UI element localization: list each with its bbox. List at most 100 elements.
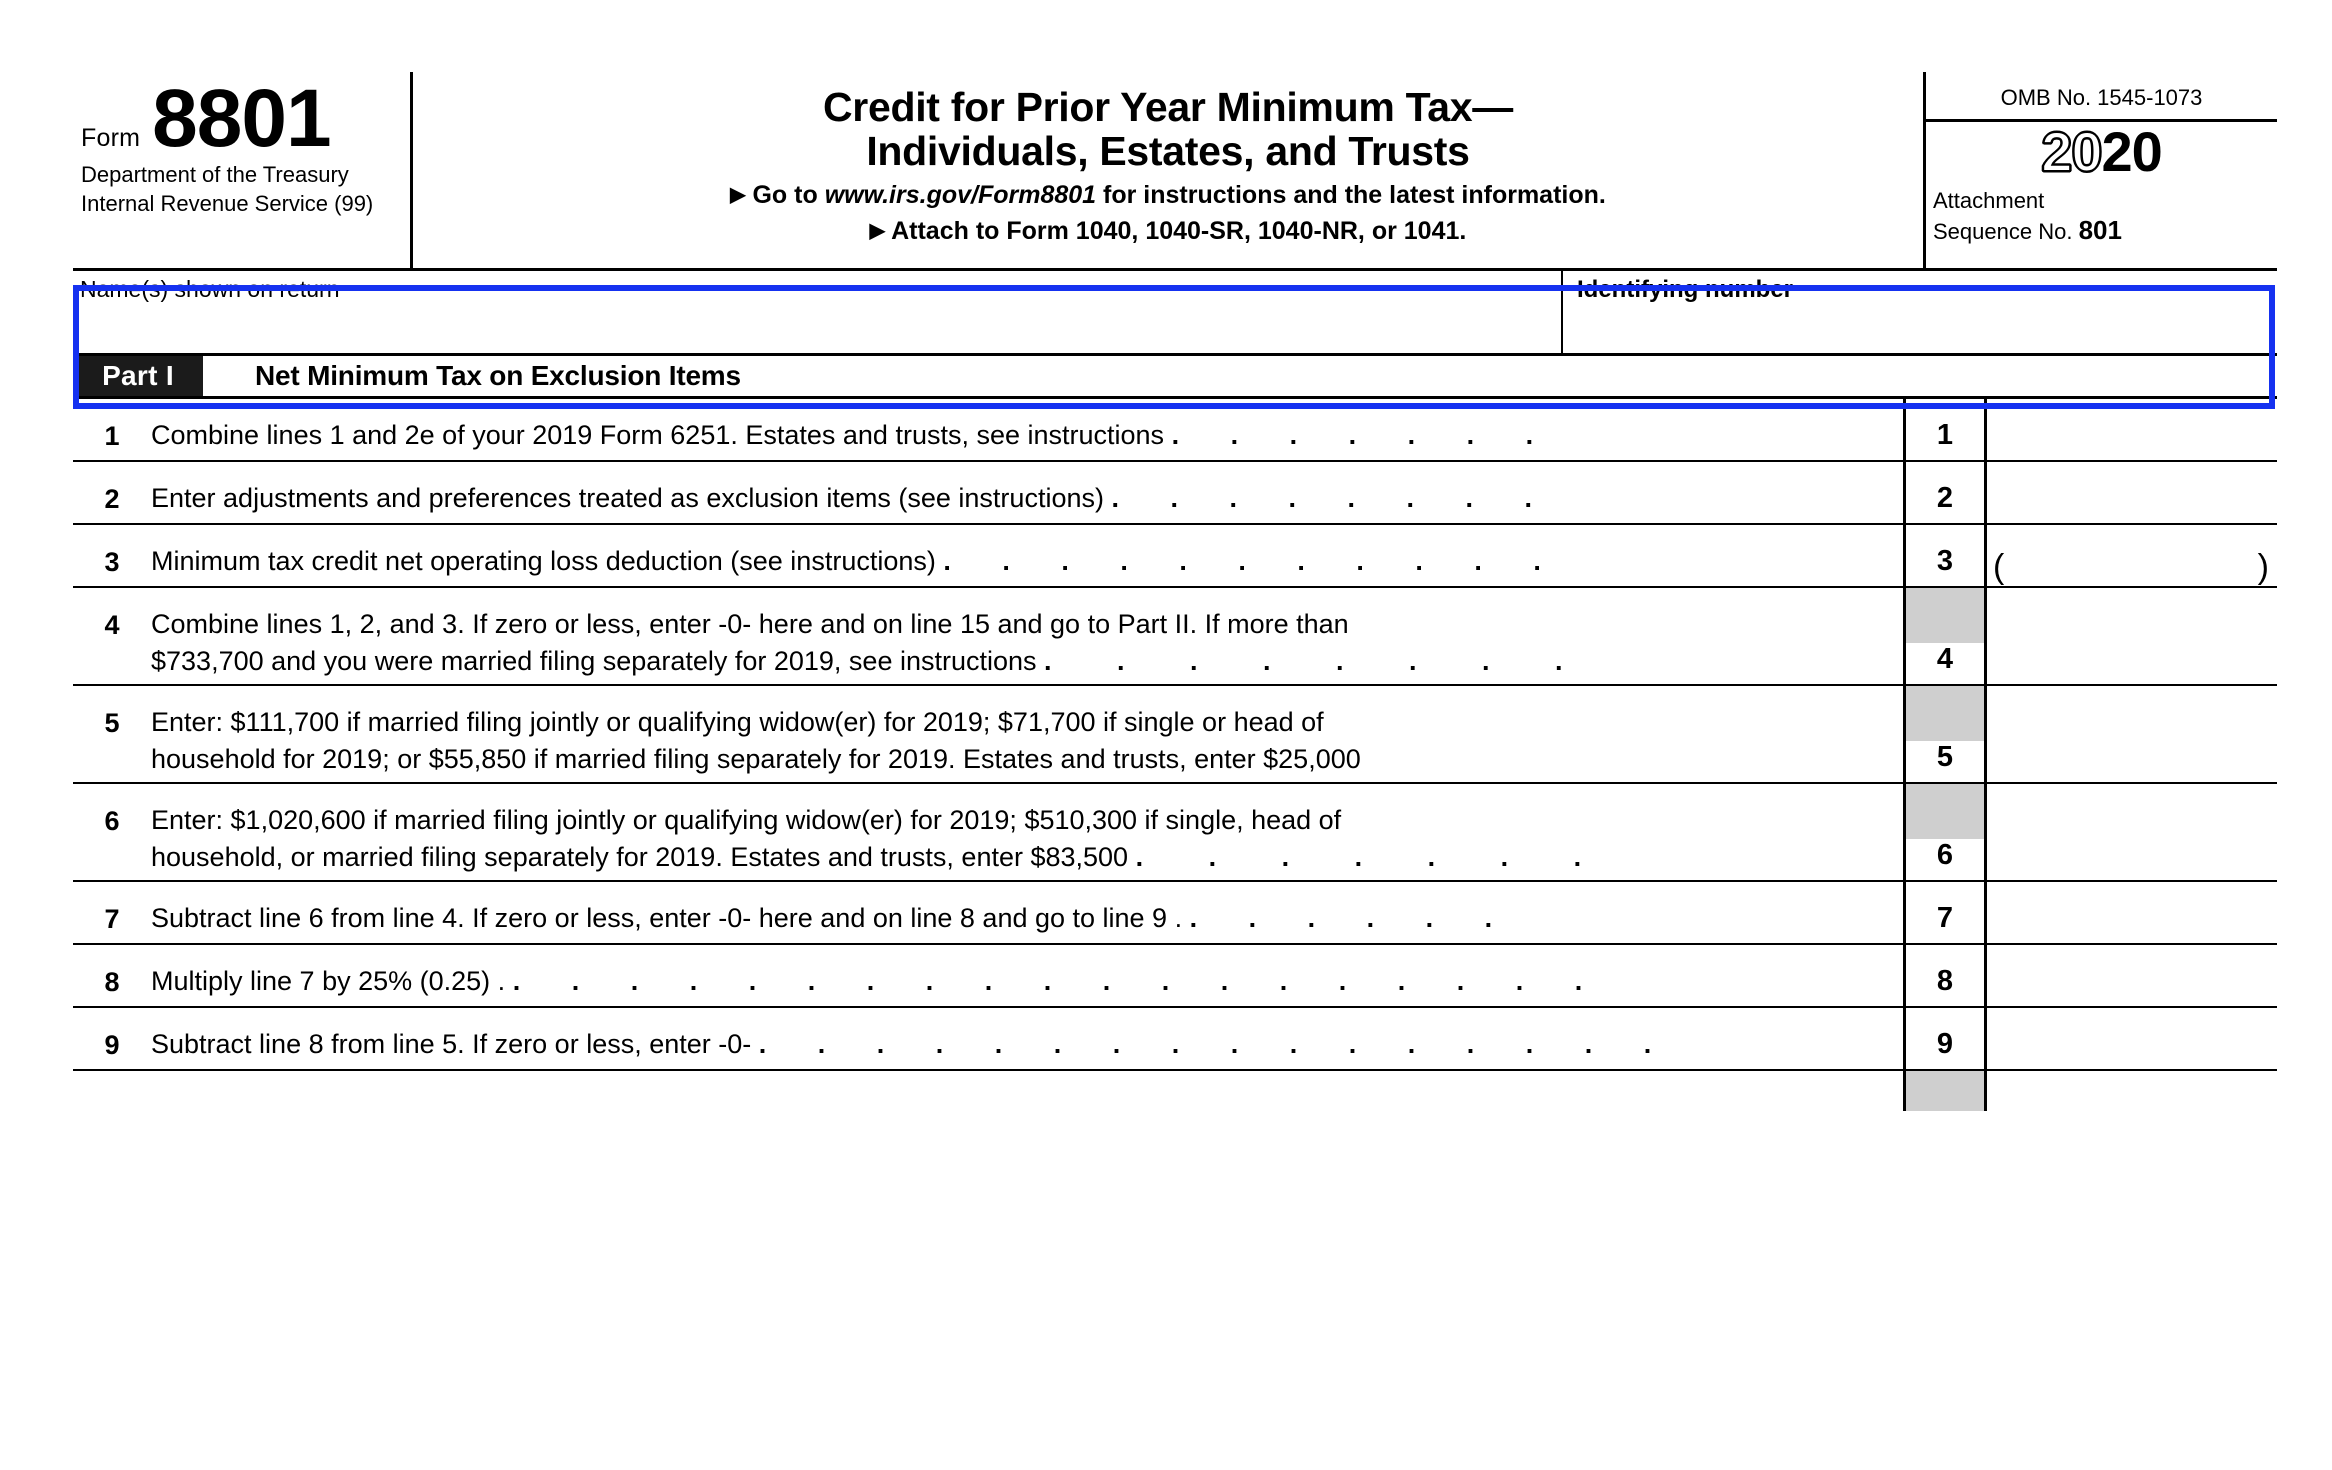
table-row: 8 Multiply line 7 by 25% (0.25) . . . . … bbox=[73, 945, 2277, 1008]
tax-year-block: 2020 bbox=[1926, 122, 2277, 188]
line-number-9: 9 bbox=[104, 1030, 120, 1060]
part-one-header: Part I Net Minimum Tax on Exclusion Item… bbox=[73, 356, 2277, 399]
line-leader-6: . . . . . . . bbox=[1135, 842, 1611, 873]
line-number-7: 7 bbox=[104, 904, 120, 934]
line-box-digit-3: 3 bbox=[1936, 545, 1954, 577]
line-number-4: 4 bbox=[104, 610, 120, 640]
line-text-4: Combine lines 1, 2, and 3. If zero or le… bbox=[151, 588, 1903, 684]
line-number-next bbox=[73, 1071, 151, 1111]
amount-input-next[interactable] bbox=[1987, 1071, 2277, 1111]
table-row: 2 Enter adjustments and preferences trea… bbox=[73, 462, 2277, 525]
tax-year: 2020 bbox=[2040, 123, 2163, 181]
attach-text: Attach to Form 1040, 1040-SR, 1040-NR, o… bbox=[891, 217, 1467, 246]
line-leader-3: . . . . . . . . . . . bbox=[943, 546, 1563, 576]
line-box-number-7: 7 bbox=[1903, 882, 1987, 943]
table-row bbox=[73, 1071, 2277, 1111]
amount-input-9[interactable] bbox=[1987, 1008, 2277, 1069]
identifying-number-field[interactable]: Identifying number bbox=[1563, 271, 2277, 353]
line-box-number-6: 6 bbox=[1903, 784, 1987, 880]
form-title-line-1: Credit for Prior Year Minimum Tax— bbox=[822, 84, 1513, 130]
amount-input-8[interactable] bbox=[1987, 945, 2277, 1006]
table-row: 6 Enter: $1,020,600 if married filing jo… bbox=[73, 784, 2277, 882]
line-box-number-5: 5 bbox=[1903, 686, 1987, 782]
line-text-6: Enter: $1,020,600 if married filing join… bbox=[151, 784, 1903, 880]
shaded-block-5 bbox=[1906, 686, 1984, 741]
line-text-next bbox=[151, 1071, 1903, 1111]
line-text-5: Enter: $111,700 if married filing jointl… bbox=[151, 686, 1903, 782]
attach-instructions-line: ▶ Attach to Form 1040, 1040-SR, 1040-NR,… bbox=[413, 216, 1923, 247]
line-leader-7: . . . . . . bbox=[1189, 903, 1515, 933]
name-identifying-row: Name(s) shown on return Identifying numb… bbox=[73, 271, 2277, 356]
line-box-number-2: 2 bbox=[1903, 462, 1987, 523]
line-text-1: Combine lines 1 and 2e of your 2019 Form… bbox=[151, 399, 1903, 460]
line-box-digit-6: 6 bbox=[1936, 839, 1954, 871]
amount-input-7[interactable] bbox=[1987, 882, 2277, 943]
line-text-6-part-1: Enter: $1,020,600 if married filing join… bbox=[151, 805, 1342, 835]
form-number: 8801 bbox=[152, 73, 331, 164]
line-text-3-part: Minimum tax credit net operating loss de… bbox=[151, 546, 936, 576]
sequence-label: Sequence No. bbox=[1933, 218, 2073, 244]
amount-input-6[interactable] bbox=[1987, 784, 2277, 880]
names-shown-on-return-field[interactable]: Name(s) shown on return bbox=[73, 271, 1563, 353]
line-text-7-part: Subtract line 6 from line 4. If zero or … bbox=[151, 903, 1183, 933]
line-text-1-part: Combine lines 1 and 2e of your 2019 Form… bbox=[151, 420, 1165, 450]
line-number-8: 8 bbox=[104, 967, 120, 997]
line-box-number-3: 3 bbox=[1903, 525, 1987, 586]
line-box-number-9: 9 bbox=[1903, 1008, 1987, 1069]
part-title: Net Minimum Tax on Exclusion Items bbox=[255, 360, 741, 391]
table-row: 7 Subtract line 6 from line 4. If zero o… bbox=[73, 882, 2277, 945]
amount-input-1[interactable] bbox=[1987, 399, 2277, 460]
line-number-2: 2 bbox=[104, 484, 120, 514]
page-canvas: Form 8801 Department of the Treasury Int… bbox=[0, 0, 2332, 1470]
form-header-right: OMB No. 1545-1073 2020 Attachment Sequen… bbox=[1923, 72, 2277, 268]
line-box-digit-5: 5 bbox=[1936, 741, 1954, 773]
amount-input-4[interactable] bbox=[1987, 588, 2277, 684]
form-header-center: Credit for Prior Year Minimum Tax— Indiv… bbox=[413, 72, 1923, 268]
close-paren-3: ) bbox=[2257, 548, 2269, 586]
goto-prefix: Go to bbox=[752, 180, 825, 209]
open-paren-3: ( bbox=[1993, 548, 2005, 586]
department-line-2: Internal Revenue Service (99) bbox=[81, 191, 374, 217]
line-box-digit-8: 8 bbox=[1936, 965, 1954, 997]
attachment-label: Attachment bbox=[1933, 188, 2045, 213]
amount-input-5[interactable] bbox=[1987, 686, 2277, 782]
irs-form-8801: Form 8801 Department of the Treasury Int… bbox=[73, 72, 2277, 1462]
line-leader-4: . . . . . . . . bbox=[1044, 646, 1592, 677]
line-text-5-part-2: household for 2019; or $55,850 if marrie… bbox=[151, 744, 1361, 775]
line-leader-1: . . . . . . . bbox=[1171, 420, 1556, 450]
department-block: Department of the Treasury Internal Reve… bbox=[81, 160, 401, 218]
shaded-block-6 bbox=[1906, 784, 1984, 839]
sequence-number: 801 bbox=[2078, 214, 2122, 245]
line-leader-8: . . . . . . . . . . . . . . . . . . . bbox=[512, 966, 1605, 996]
form-header-left: Form 8801 Department of the Treasury Int… bbox=[73, 72, 413, 268]
line-text-4-part-2: $733,700 and you were married filing sep… bbox=[151, 646, 1037, 677]
right-arrow-icon-2: ▶ bbox=[869, 220, 886, 243]
names-shown-on-return-label: Name(s) shown on return bbox=[80, 276, 340, 302]
goto-suffix: for instructions and the latest informat… bbox=[1096, 180, 1606, 209]
amount-input-3[interactable]: ( ) bbox=[1987, 525, 2277, 586]
table-row: 3 Minimum tax credit net operating loss … bbox=[73, 525, 2277, 588]
line-box-number-4: 4 bbox=[1903, 588, 1987, 684]
table-row: 1 Combine lines 1 and 2e of your 2019 Fo… bbox=[73, 399, 2277, 462]
line-leader-9: . . . . . . . . . . . . . . . . bbox=[758, 1029, 1674, 1059]
line-number-5: 5 bbox=[104, 708, 120, 738]
line-text-9: Subtract line 8 from line 5. If zero or … bbox=[151, 1008, 1903, 1069]
line-number-6: 6 bbox=[104, 806, 120, 836]
department-line-1: Department of the Treasury bbox=[81, 162, 349, 187]
line-box-number-8: 8 bbox=[1903, 945, 1987, 1006]
amount-input-2[interactable] bbox=[1987, 462, 2277, 523]
goto-url[interactable]: www.irs.gov/Form8801 bbox=[825, 181, 1096, 209]
line-text-7: Subtract line 6 from line 4. If zero or … bbox=[151, 882, 1903, 943]
line-text-8-part: Multiply line 7 by 25% (0.25) . bbox=[151, 966, 506, 996]
line-box-number-1: 1 bbox=[1903, 399, 1987, 460]
table-row: 9 Subtract line 8 from line 5. If zero o… bbox=[73, 1008, 2277, 1071]
form-number-group: Form 8801 bbox=[81, 73, 332, 164]
line-box-digit-1: 1 bbox=[1936, 419, 1954, 451]
goto-instructions-line: ▶ Go to www.irs.gov/Form8801 for instruc… bbox=[413, 180, 1923, 211]
right-arrow-icon: ▶ bbox=[730, 183, 746, 206]
form-header: Form 8801 Department of the Treasury Int… bbox=[73, 72, 2277, 271]
line-text-4-part-1: Combine lines 1, 2, and 3. If zero or le… bbox=[151, 609, 1349, 639]
form-title-line-2: Individuals, Estates, and Trusts bbox=[866, 127, 1470, 174]
line-box-digit-9: 9 bbox=[1936, 1028, 1954, 1060]
attachment-sequence-block: Attachment Sequence No. 801 bbox=[1926, 188, 2277, 247]
